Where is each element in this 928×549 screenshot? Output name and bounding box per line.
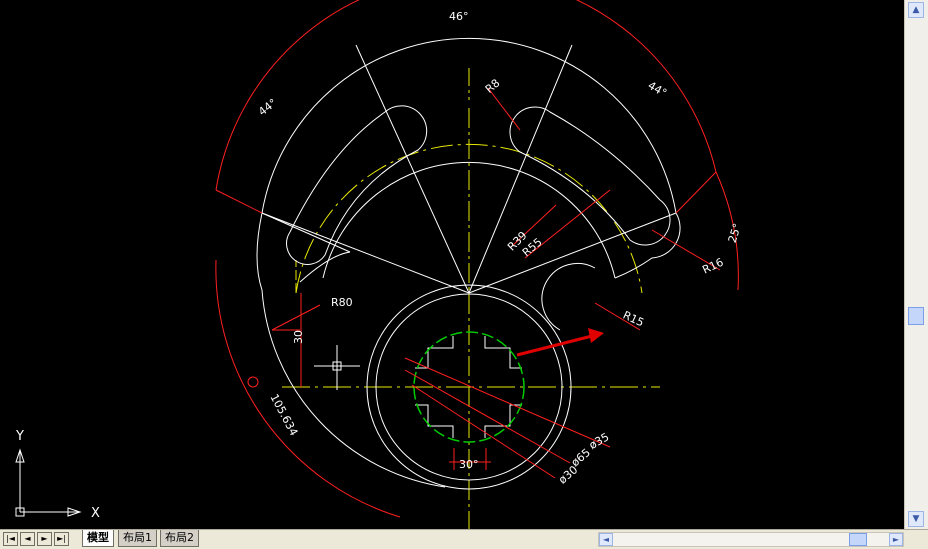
scroll-down-icon[interactable]: ▼	[908, 511, 924, 527]
dim-30-length: 30	[292, 330, 305, 344]
tab-layout1[interactable]: 布局1	[118, 530, 157, 547]
dim-r80: R80	[331, 296, 353, 309]
prev-tab-icon[interactable]: ◄	[20, 532, 35, 546]
drawing-canvas[interactable]: 46° 44° 44° 25° R8 R39 R55 R16 R80 R15 3…	[0, 0, 904, 529]
scroll-left-icon[interactable]: ◄	[599, 533, 613, 546]
dim-r16: R16	[700, 256, 725, 277]
dim-angle-46: 46°	[449, 10, 469, 23]
dim-angle-25: 25°	[726, 222, 744, 245]
last-tab-icon[interactable]: ►|	[54, 532, 69, 546]
ucs-x-label: X	[91, 506, 100, 521]
layout-tab-bar: |◄ ◄ ► ►| 模型 布局1 布局2 ◄ ►	[0, 529, 928, 549]
dim-angle-44-left: 44°	[256, 96, 279, 118]
dim-angle-44-right: 44°	[646, 79, 669, 100]
dimensions	[215, 0, 739, 518]
tab-layout2[interactable]: 布局2	[160, 530, 199, 547]
dim-d35: ø35	[587, 430, 611, 452]
vertical-scrollbar[interactable]: ▲ ▼	[904, 0, 928, 529]
first-tab-icon[interactable]: |◄	[3, 532, 18, 546]
horizontal-scroll-thumb[interactable]	[849, 533, 867, 546]
scroll-right-icon[interactable]: ►	[889, 533, 903, 546]
next-tab-icon[interactable]: ►	[37, 532, 52, 546]
dim-r8: R8	[483, 76, 503, 95]
horizontal-scrollbar[interactable]: ◄ ►	[598, 532, 904, 547]
dim-angle-30: 30°	[459, 458, 479, 471]
ucs-icon	[15, 448, 82, 517]
scroll-up-icon[interactable]: ▲	[908, 2, 924, 18]
dim-arc-length: 105.634	[267, 392, 300, 438]
vertical-scroll-thumb[interactable]	[908, 307, 924, 325]
ucs-y-label: Y	[15, 429, 24, 444]
tab-model[interactable]: 模型	[82, 530, 114, 547]
